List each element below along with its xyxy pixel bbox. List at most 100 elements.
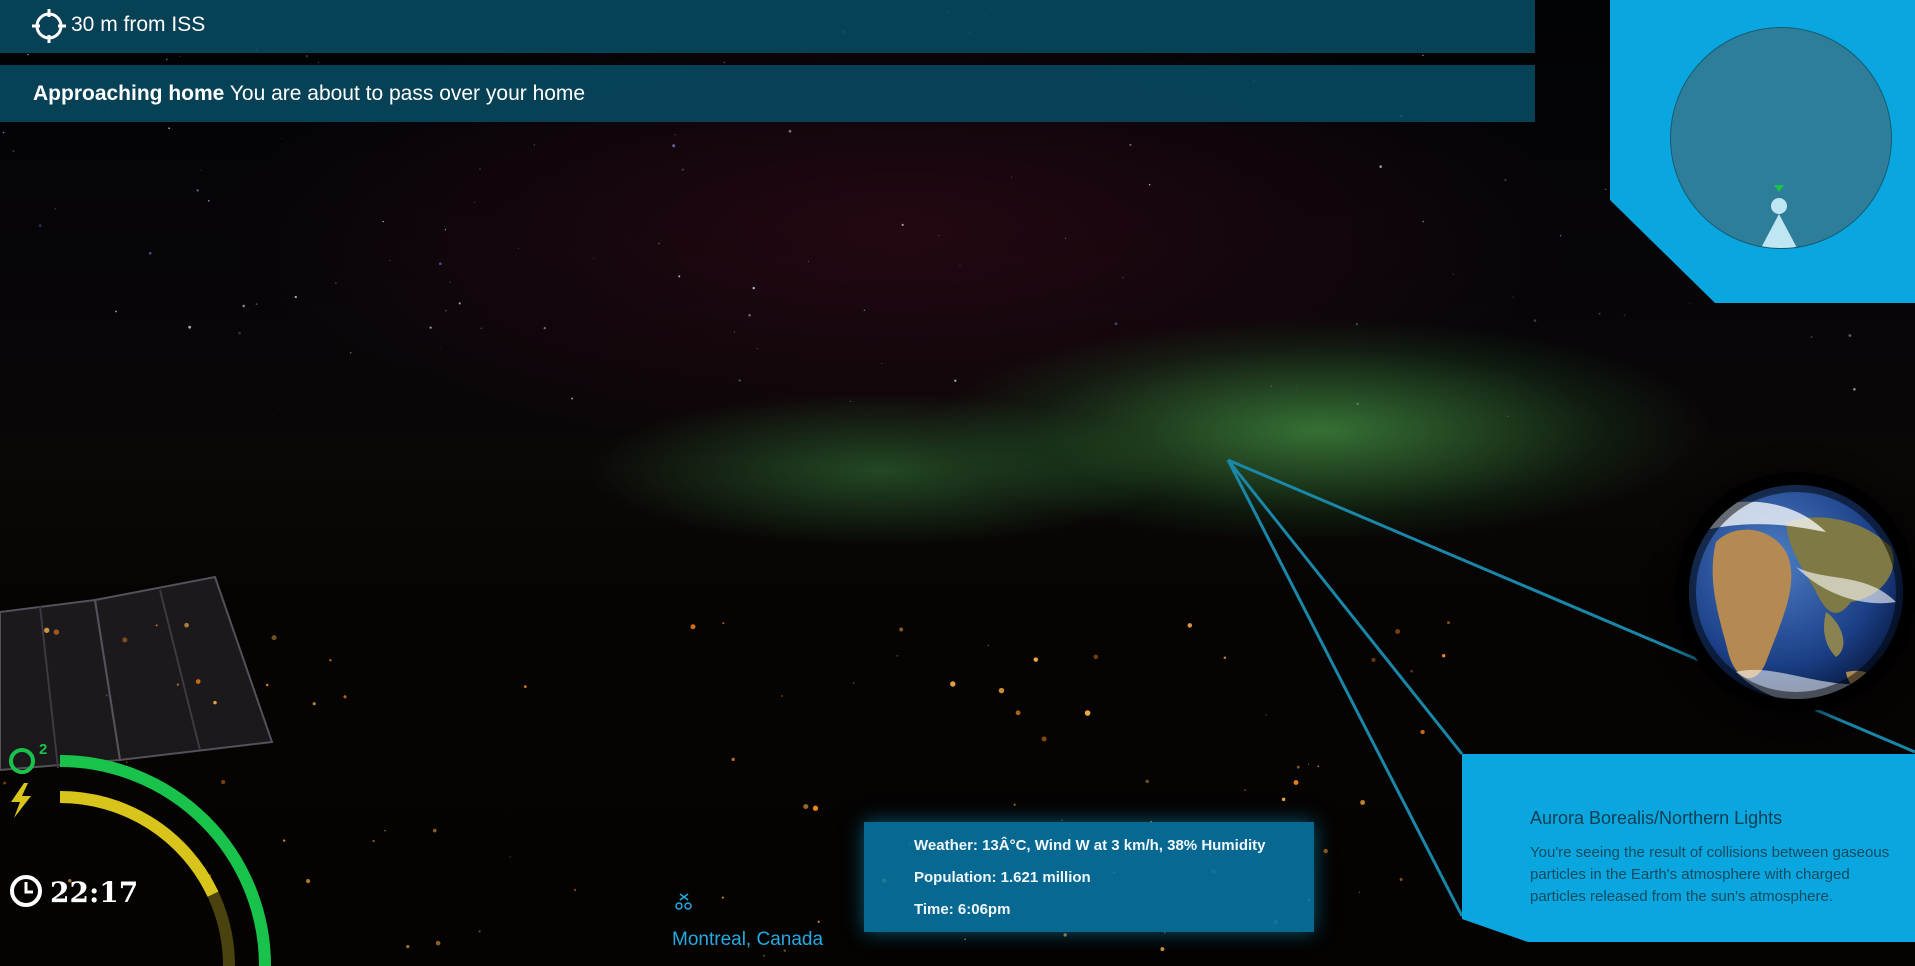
- star: [474, 202, 476, 204]
- star: [479, 167, 481, 170]
- city-light: [899, 627, 904, 632]
- star: [278, 408, 280, 409]
- star: [335, 282, 337, 284]
- star: [932, 192, 934, 193]
- star: [305, 54, 309, 58]
- info-line: You're seeing the result of collisions b…: [1530, 844, 1890, 861]
- city-light: [950, 681, 956, 687]
- star: [959, 265, 961, 267]
- city-light: [1063, 933, 1067, 937]
- city-light: [1323, 848, 1328, 854]
- star: [901, 223, 904, 227]
- city-light: [1399, 878, 1403, 881]
- city-light: [3, 781, 7, 785]
- city-light: [1041, 736, 1047, 742]
- oxygen-superscript: 2: [39, 741, 47, 758]
- city-light: [221, 780, 226, 785]
- star: [1065, 237, 1067, 239]
- star: [1598, 312, 1601, 315]
- city-light: [1395, 629, 1401, 634]
- oxygen-level-arc: [59, 755, 271, 966]
- star: [863, 309, 866, 312]
- city-light: [1265, 714, 1267, 716]
- star: [543, 327, 546, 330]
- info-body: You're seeing the result of collisions b…: [1530, 842, 1915, 908]
- city-light: [964, 938, 966, 941]
- info-line: particles released from the sun's atmosp…: [1530, 888, 1834, 905]
- clock-icon: [10, 875, 42, 907]
- city-light: [1317, 765, 1320, 767]
- city-light: [1371, 657, 1376, 663]
- city-population: Population: 1.621 million: [914, 869, 1091, 886]
- star: [1559, 235, 1562, 237]
- minimap-contents: [1761, 185, 1797, 248]
- star: [533, 144, 535, 146]
- city-light: [998, 687, 1005, 694]
- earth-globe-icon[interactable]: [1676, 472, 1915, 712]
- city-light: [1446, 621, 1451, 625]
- star: [1422, 54, 1424, 57]
- star: [294, 295, 297, 299]
- star: [179, 55, 181, 57]
- notification-title: Approaching home: [33, 82, 225, 105]
- city-light: [1244, 789, 1247, 792]
- star: [389, 260, 391, 261]
- city-light: [573, 888, 577, 892]
- city-light: [435, 940, 441, 946]
- city-light: [721, 896, 724, 899]
- city-light: [987, 644, 989, 646]
- star: [1452, 273, 1454, 275]
- player-marker-icon: [1761, 198, 1797, 248]
- city-light: [731, 757, 735, 762]
- city-light: [1015, 710, 1021, 716]
- city-light: [343, 695, 347, 699]
- notification-message: You are about to pass over your home: [229, 82, 586, 105]
- city-light: [852, 682, 855, 684]
- city-light: [817, 920, 820, 923]
- star: [1810, 336, 1813, 338]
- star: [756, 348, 758, 350]
- star: [429, 326, 432, 329]
- city-light: [265, 683, 269, 687]
- star: [115, 310, 117, 313]
- crosshair-icon: [32, 9, 66, 43]
- city-light: [1033, 657, 1039, 662]
- city-light: [812, 805, 819, 811]
- star: [281, 137, 283, 139]
- star: [678, 275, 681, 278]
- city-time: Time: 6:06pm: [914, 901, 1011, 918]
- star: [1848, 334, 1852, 337]
- star: [196, 189, 199, 192]
- city-light: [1164, 931, 1166, 934]
- star: [1295, 389, 1297, 391]
- star: [723, 61, 726, 64]
- star: [166, 58, 168, 61]
- city-light: [1358, 891, 1361, 894]
- star: [1604, 188, 1607, 191]
- star: [1689, 302, 1691, 304]
- city-light: [406, 945, 410, 949]
- star: [748, 314, 751, 317]
- star: [242, 304, 246, 308]
- star: [938, 235, 940, 236]
- city-light: [53, 629, 60, 635]
- city-light: [126, 761, 128, 763]
- star: [1512, 296, 1514, 298]
- city-light: [1093, 654, 1099, 660]
- star: [807, 260, 810, 263]
- star: [1129, 143, 1132, 146]
- star: [449, 281, 451, 283]
- city-light: [105, 694, 108, 697]
- city-light: [1187, 623, 1193, 628]
- star: [738, 379, 741, 382]
- city-light: [122, 637, 128, 643]
- city-light: [690, 624, 696, 630]
- star: [208, 200, 210, 202]
- city-name-label[interactable]: Montreal, Canada: [672, 929, 823, 951]
- star: [350, 352, 352, 354]
- earth-globe: [1689, 485, 1903, 699]
- star: [1507, 415, 1509, 417]
- city-light: [509, 856, 511, 858]
- city-light: [896, 655, 899, 657]
- star: [382, 220, 384, 223]
